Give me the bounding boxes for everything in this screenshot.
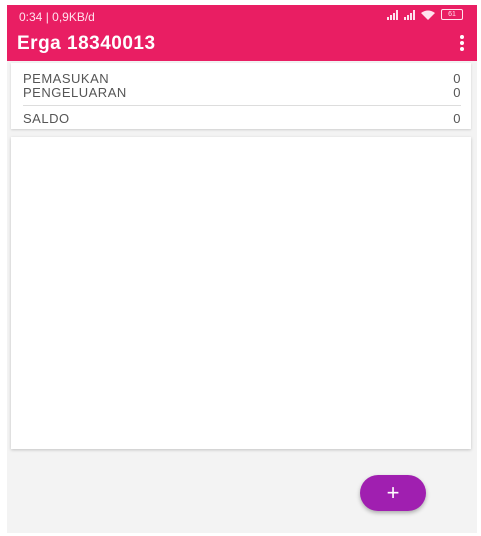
signal-icon-2 (404, 9, 415, 20)
add-transaction-button[interactable]: + (360, 475, 426, 511)
balance-row: SALDO 0 (23, 111, 461, 126)
battery-icon: 61 (441, 9, 463, 20)
income-label: PEMASUKAN (23, 71, 110, 86)
balance-label: SALDO (23, 111, 70, 126)
page-title: Erga 18340013 (17, 33, 156, 54)
app-bar: 0:34 | 0,9KB/d 61 Erga 18340013 (7, 5, 477, 61)
expense-value: 0 (453, 85, 461, 100)
status-bar: 0:34 | 0,9KB/d 61 (7, 5, 477, 27)
summary-divider (23, 105, 461, 106)
balance-value: 0 (453, 111, 461, 126)
plus-icon: + (386, 480, 400, 505)
status-time-speed: 0:34 | 0,9KB/d (19, 10, 95, 24)
signal-icon (387, 9, 398, 20)
expense-row: PENGELUARAN 0 (23, 85, 461, 100)
status-icons: 61 (387, 9, 463, 20)
phone-screen: 0:34 | 0,9KB/d 61 Erga 18340013 PEMASUKA… (7, 5, 477, 533)
income-row: PEMASUKAN 0 (23, 71, 461, 86)
wifi-icon (421, 10, 435, 20)
more-options-icon[interactable] (457, 35, 467, 51)
expense-label: PENGELUARAN (23, 85, 127, 100)
summary-card: PEMASUKAN 0 PENGELUARAN 0 SALDO 0 (11, 63, 471, 129)
income-value: 0 (453, 71, 461, 86)
transaction-list[interactable] (11, 137, 471, 449)
